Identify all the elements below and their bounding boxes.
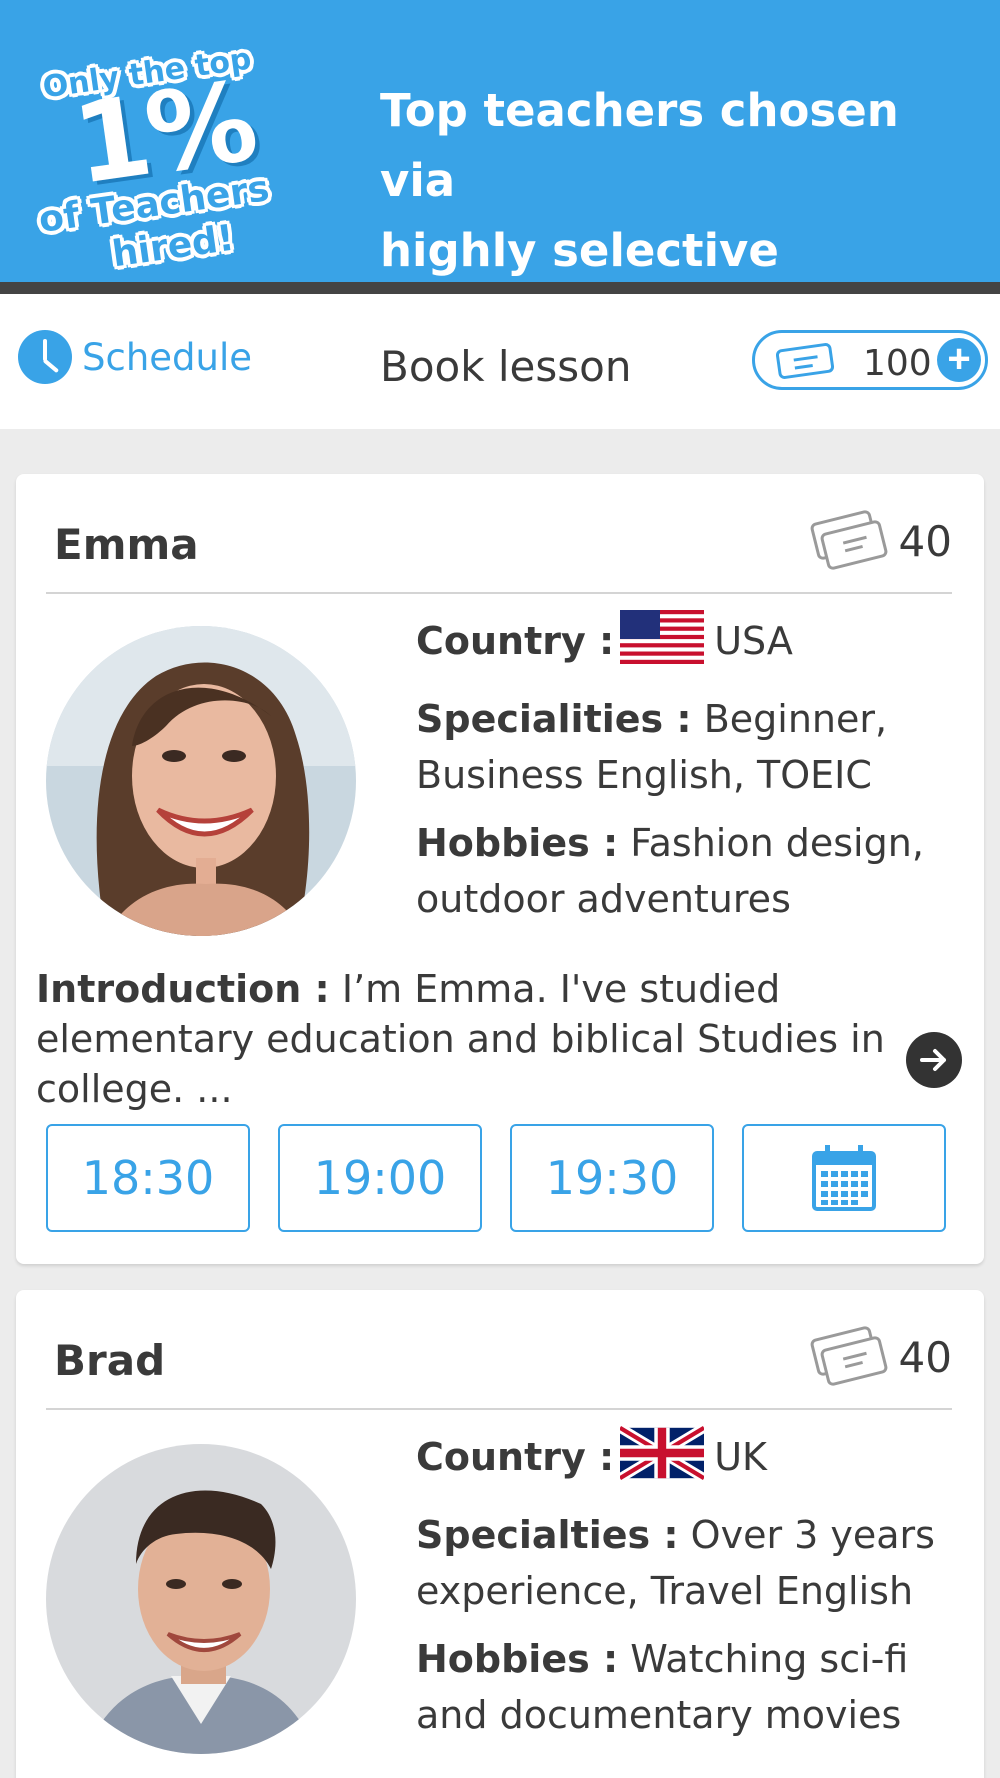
hobbies-label: Hobbies : — [416, 821, 619, 865]
ticket-icon — [808, 1325, 889, 1388]
teacher-card: Brad 40 Country : UK Specialties: Over … — [16, 1290, 984, 1778]
calendar-icon — [812, 1145, 876, 1211]
calendar-button[interactable] — [742, 1124, 946, 1232]
page-header: Schedule Book lesson 100 + — [0, 294, 1000, 429]
teacher-info: Country : UK Specialties : Over 3 years … — [416, 1423, 976, 1755]
hobbies-label: Hobbies : — [416, 1637, 619, 1681]
country-label: Country : — [416, 619, 615, 663]
lesson-price: 40 — [808, 1325, 952, 1388]
clock-icon — [18, 330, 72, 384]
specialities-row: Specialities : Beginner, Business Englis… — [416, 691, 976, 803]
specialities-row: Specialties : Over 3 years experience, T… — [416, 1507, 976, 1619]
ticket-balance: 100 — [863, 343, 932, 384]
teacher-info: Country : USA Specialities : Beginner, B… — [416, 610, 976, 939]
ticket-icon — [775, 342, 835, 380]
schedule-button[interactable]: Schedule — [18, 330, 252, 384]
uk-flag-icon — [617, 1423, 707, 1495]
promo-banner: Only the top 1% of Teachers hired! Top t… — [0, 0, 1000, 347]
teacher-name[interactable]: Emma — [54, 520, 199, 569]
read-more-button[interactable] — [906, 1032, 962, 1088]
teacher-card-header: Emma 40 — [46, 474, 952, 594]
add-tickets-icon[interactable]: + — [937, 338, 981, 382]
page-title: Book lesson — [380, 342, 632, 391]
price-value: 40 — [898, 1332, 952, 1382]
hobbies-row: Hobbies : Watching sci-fi and documentar… — [416, 1631, 976, 1743]
teacher-card-header: Brad 40 — [46, 1290, 952, 1410]
teacher-name[interactable]: Brad — [54, 1336, 165, 1385]
hobbies-row: Hobbies : Fashion design, outdoor advent… — [416, 815, 976, 927]
teacher-avatar[interactable] — [46, 1444, 356, 1754]
country-label: Country : — [416, 1435, 615, 1479]
time-slot-button[interactable]: 18:30 — [46, 1124, 250, 1232]
country-row: Country : UK — [416, 1423, 976, 1495]
arrow-right-icon — [920, 1049, 946, 1071]
teacher-card: Emma 40 Country : USA Specialities: Beg… — [16, 474, 984, 1264]
time-slot-button[interactable]: 19:30 — [510, 1124, 714, 1232]
teacher-avatar[interactable] — [46, 626, 356, 936]
specialities-label: Specialities : — [416, 697, 692, 741]
ticket-icon — [808, 509, 889, 572]
usa-flag-icon — [620, 610, 705, 679]
banner-divider — [0, 282, 1000, 294]
top-one-percent-badge: Only the top 1% of Teachers hired! — [34, 26, 324, 276]
price-value: 40 — [898, 516, 952, 566]
introduction-label: Introduction : — [36, 967, 330, 1011]
specialities-label: Specialties : — [416, 1513, 679, 1557]
banner-headline-line1: Top teachers chosen via — [380, 84, 899, 207]
country-value: UK — [714, 1435, 767, 1479]
country-value: USA — [714, 619, 793, 663]
lesson-price: 40 — [808, 509, 952, 572]
teacher-introduction: Introduction : I’m Emma. I've studied el… — [36, 964, 956, 1114]
country-row: Country : USA — [416, 610, 976, 679]
time-slot-button[interactable]: 19:00 — [278, 1124, 482, 1232]
schedule-label: Schedule — [82, 335, 253, 379]
ticket-balance-button[interactable]: 100 + — [752, 330, 988, 390]
time-slots: 18:30 19:00 19:30 — [46, 1124, 946, 1232]
